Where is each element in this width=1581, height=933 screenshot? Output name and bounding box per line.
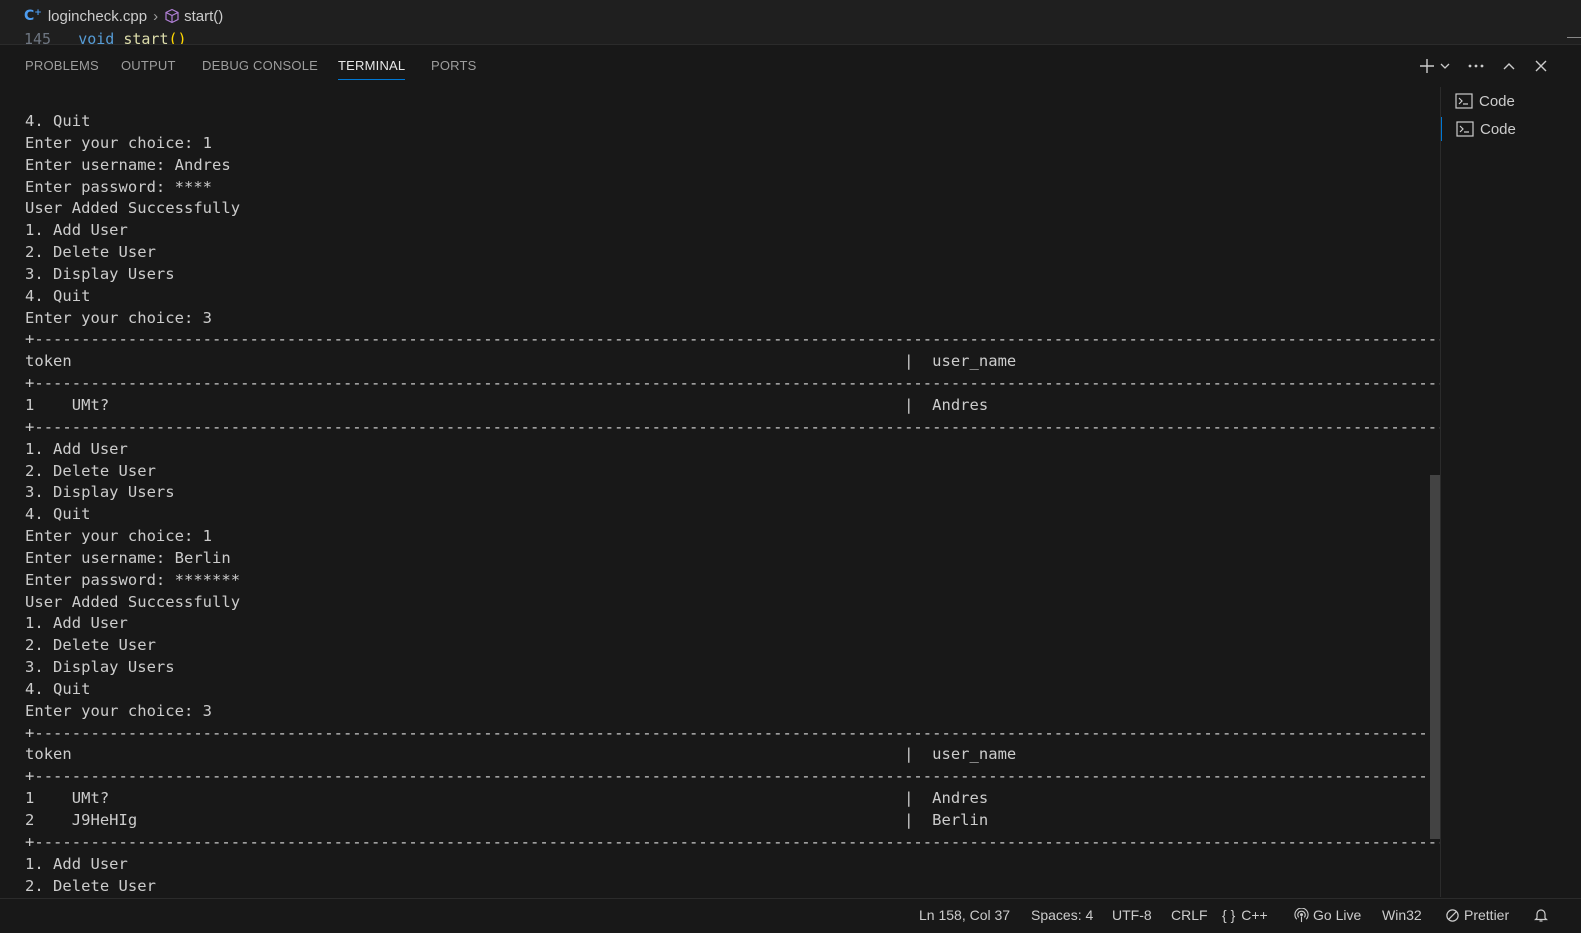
line-number: 145: [24, 30, 52, 45]
terminal-line: 4. Quit: [25, 505, 91, 524]
terminal-line: 1. Add User: [25, 614, 128, 633]
terminal-line: 3. Display Users: [25, 658, 175, 677]
status-platform[interactable]: Win32: [1382, 907, 1422, 923]
terminal-line: Enter your choice: 3: [25, 308, 213, 327]
terminal-line: Enter username: Andres: [25, 155, 231, 174]
chevron-down-icon[interactable]: [1437, 55, 1453, 77]
terminal-line: 1. Add User: [25, 439, 128, 458]
tab-problems[interactable]: PROBLEMS: [25, 58, 99, 73]
terminal-line: 2. Delete User: [25, 876, 156, 895]
close-icon[interactable]: [1530, 55, 1552, 77]
terminal-line: 1. Add User: [25, 221, 128, 240]
terminal-line: +---------------------------------------…: [25, 417, 1440, 436]
terminal-line: 3. Display Users: [25, 264, 175, 283]
terminal-line: 4. Quit: [25, 286, 91, 305]
status-indentation[interactable]: Spaces: 4: [1031, 907, 1093, 923]
status-prettier-label: Prettier: [1464, 907, 1510, 923]
maximize-panel-icon[interactable]: [1498, 55, 1520, 77]
chevron-right-icon: ›: [153, 7, 159, 25]
status-eol[interactable]: CRLF: [1171, 907, 1208, 923]
terminal-line: 2. Delete User: [25, 636, 156, 655]
cpp-file-icon: C+: [24, 8, 42, 24]
minimap-mark: [1567, 37, 1581, 38]
terminal-line: 1. Add User: [25, 854, 128, 873]
terminal-line: token | user_name |: [25, 745, 1440, 764]
terminal-line: 4. Quit: [25, 679, 91, 698]
status-bar: Ln 158, Col 37 Spaces: 4 UTF-8 CRLF { } …: [0, 898, 1581, 933]
breadcrumb-symbol[interactable]: start(): [184, 8, 223, 25]
terminal-scrollbar-thumb[interactable]: [1430, 475, 1440, 839]
terminal-line: 1 UMt? | Andres |: [25, 789, 1440, 808]
terminal-line: +---------------------------------------…: [25, 723, 1440, 742]
terminal-line: 1 UMt? | Andres |: [25, 395, 1440, 414]
editor-breadcrumb-strip: C+ logincheck.cpp › start() 145 void sta…: [0, 0, 1581, 45]
terminal-line: 3. Display Users: [25, 483, 175, 502]
terminal-line: token | user_name |: [25, 352, 1440, 371]
terminal-instance-label: Code: [1480, 120, 1516, 138]
status-go-live-label: Go Live: [1313, 907, 1362, 923]
status-language[interactable]: { } C++: [1222, 907, 1268, 923]
terminal-line: Enter username: Berlin: [25, 548, 231, 567]
status-prettier[interactable]: Prettier: [1445, 907, 1509, 923]
breadcrumb-file[interactable]: logincheck.cpp: [48, 8, 147, 25]
terminal-line: Enter your choice: 1: [25, 133, 213, 152]
terminal-line: User Added Successfully: [25, 592, 241, 611]
status-cursor-position[interactable]: Ln 158, Col 37: [919, 907, 1010, 923]
code-peek-line: 145 void start(): [24, 30, 187, 45]
terminal-line: 4. Quit: [25, 112, 91, 130]
status-language-label: C++: [1241, 907, 1268, 923]
status-go-live[interactable]: Go Live: [1294, 907, 1361, 923]
prettier-disabled-icon: [1445, 908, 1460, 923]
status-encoding[interactable]: UTF-8: [1112, 907, 1152, 923]
terminal-line: 2 J9HeHIg | Berlin |: [25, 811, 1440, 829]
terminal-line: Enter password: *******: [25, 570, 241, 589]
panel-tab-bar: PROBLEMS OUTPUT DEBUG CONSOLE TERMINAL P…: [0, 45, 1581, 87]
more-actions-icon[interactable]: [1465, 55, 1487, 77]
terminal-icon: [1456, 121, 1474, 137]
terminal-text: 4. Quit Enter your choice: 1 Enter usernam…: [25, 111, 1440, 897]
tab-debug-console[interactable]: DEBUG CONSOLE: [202, 58, 318, 73]
code-keyword: void: [78, 30, 115, 45]
terminal-line: +---------------------------------------…: [25, 832, 1440, 851]
terminal-line: +---------------------------------------…: [25, 374, 1440, 393]
terminal-output[interactable]: 4. Quit Enter your choice: 1 Enter usernam…: [0, 87, 1440, 897]
terminal-line: Enter your choice: 3: [25, 701, 213, 720]
terminal-line: +---------------------------------------…: [25, 767, 1440, 786]
tab-ports[interactable]: PORTS: [431, 58, 477, 73]
bell-icon[interactable]: [1533, 907, 1549, 923]
terminal-line: Enter your choice: 1: [25, 527, 213, 546]
terminal-line: 2. Delete User: [25, 243, 156, 262]
braces-icon: { }: [1222, 907, 1236, 923]
breadcrumb: C+ logincheck.cpp › start(): [24, 5, 223, 27]
tab-output[interactable]: OUTPUT: [121, 58, 176, 73]
terminal-line: +---------------------------------------…: [25, 330, 1440, 349]
terminal-instance-list: Code Code: [1440, 87, 1581, 897]
terminal-instance-1[interactable]: Code: [1441, 89, 1581, 113]
terminal-line: Enter password: ****: [25, 177, 213, 196]
code-parens: (): [168, 30, 187, 45]
broadcast-icon: [1294, 907, 1309, 923]
new-terminal-icon[interactable]: [1416, 55, 1438, 77]
code-function-name: start: [123, 30, 169, 45]
tab-terminal[interactable]: TERMINAL: [338, 58, 406, 80]
method-cube-icon: [164, 8, 180, 24]
terminal-instance-label: Code: [1479, 92, 1515, 110]
terminal-icon: [1455, 93, 1473, 109]
terminal-instance-2[interactable]: Code: [1441, 117, 1581, 141]
terminal-line: 2. Delete User: [25, 461, 156, 480]
terminal-line: User Added Successfully: [25, 199, 241, 218]
